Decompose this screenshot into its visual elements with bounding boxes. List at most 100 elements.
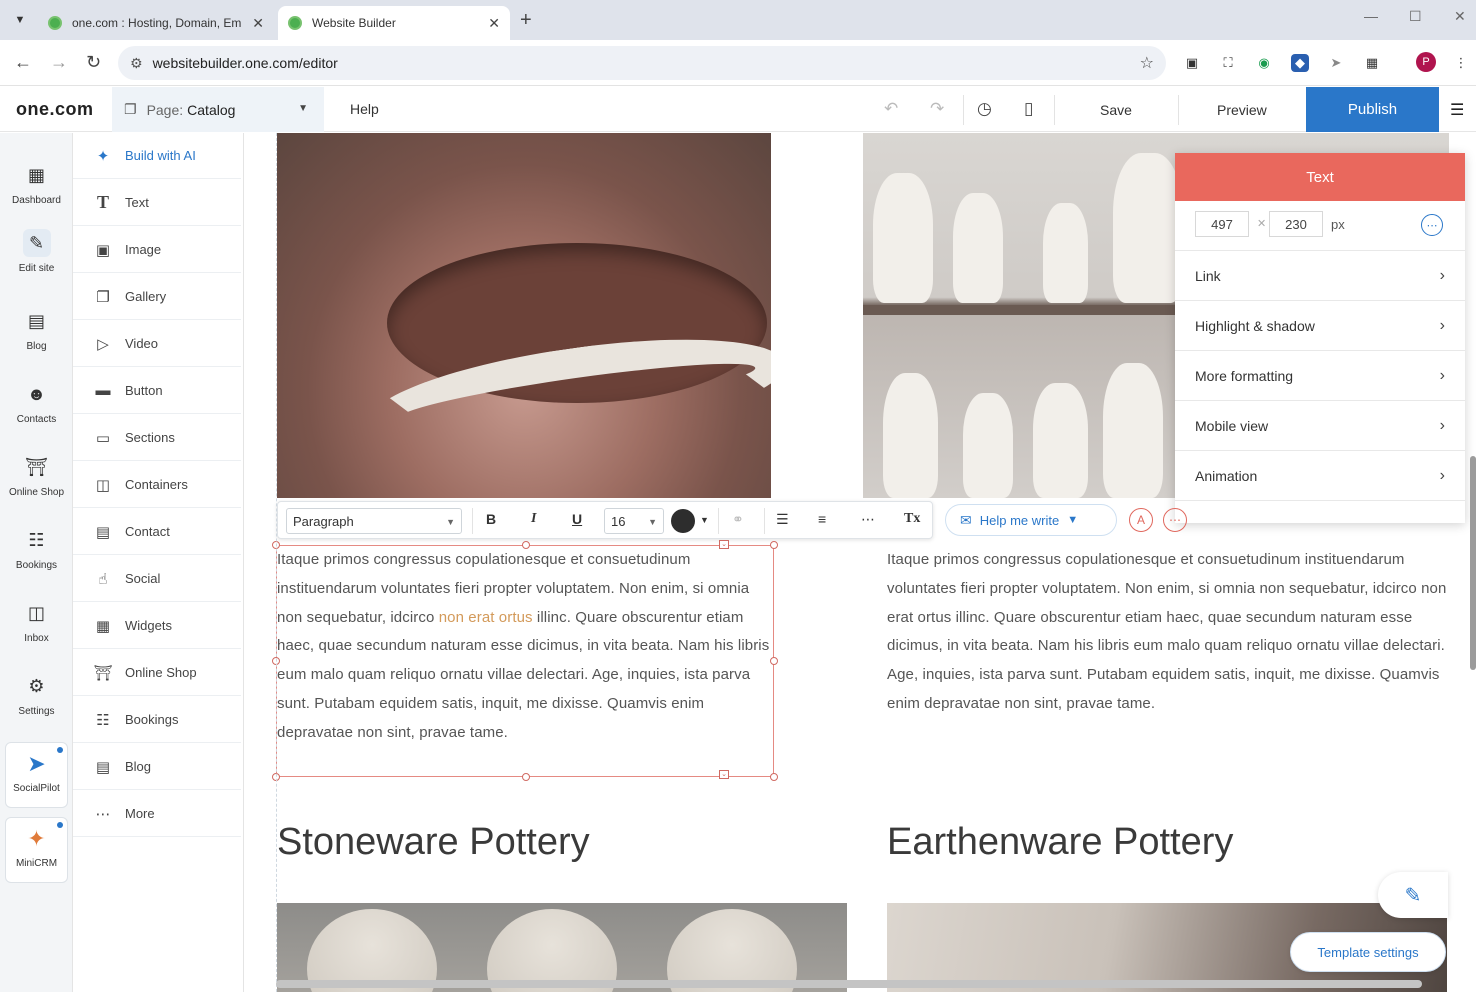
forward-icon[interactable]: → [50, 52, 68, 73]
tab-close-icon[interactable]: ✕ [252, 15, 264, 32]
page-selector[interactable]: ❐ Page: Catalog ▼ [112, 87, 324, 132]
clear-format-button[interactable]: Tx [904, 511, 920, 527]
widget-online-shop[interactable]: ⛩ Online Shop [73, 650, 241, 696]
new-tab-icon[interactable]: + [520, 9, 532, 32]
heading-earthenware[interactable]: Earthenware Pottery [887, 821, 1233, 864]
width-input[interactable]: 497 [1195, 211, 1249, 237]
numbered-list-icon[interactable]: ≡ [818, 511, 826, 527]
bullet-list-icon[interactable]: ⋯ [861, 511, 875, 528]
widget-social[interactable]: ☝ Social [73, 556, 241, 602]
extension-arrow-icon[interactable]: ➤ [1327, 54, 1345, 72]
help-link[interactable]: Help [350, 101, 379, 117]
inline-link[interactable]: non erat ortus [439, 609, 533, 626]
ai-assistant-icon[interactable]: A [1129, 508, 1153, 532]
widget-containers[interactable]: ◫ Containers [73, 462, 241, 508]
underline-button[interactable]: U [572, 511, 582, 527]
chrome-menu-icon[interactable]: ⋮ [1452, 54, 1470, 72]
extensions-puzzle-icon[interactable]: ▦ [1363, 54, 1381, 72]
rail-item-online-shop[interactable]: ⛩ Online Shop [0, 453, 73, 498]
text-color-swatch[interactable] [671, 509, 695, 533]
widget-video[interactable]: ▷ Video [73, 321, 241, 367]
history-icon[interactable]: ◷ [977, 99, 992, 119]
link-icon[interactable]: ⚭ [732, 511, 744, 528]
widget-gallery[interactable]: ❐ Gallery [73, 274, 241, 320]
bookings-icon: ☷ [96, 711, 110, 729]
template-settings-button[interactable]: Template settings [1290, 932, 1446, 972]
screenshot-icon[interactable]: ⛶ [1219, 54, 1237, 72]
vertical-scrollbar[interactable] [1470, 456, 1476, 670]
widget-text[interactable]: T Text [73, 180, 241, 226]
italic-button[interactable]: I [531, 511, 536, 527]
pottery-bowl-image[interactable] [277, 133, 771, 498]
publish-button[interactable]: Publish [1306, 87, 1439, 132]
app-socialpilot[interactable]: ➤ SocialPilot [5, 742, 68, 808]
browser-tab-website-builder[interactable]: Website Builder ✕ [278, 6, 510, 40]
widget-sections[interactable]: ▭ Sections [73, 415, 241, 461]
design-edit-icon[interactable]: ✎ [1378, 872, 1448, 918]
maximize-icon[interactable]: ☐ [1409, 8, 1422, 25]
minimize-icon[interactable]: — [1364, 8, 1378, 24]
redo-icon[interactable]: ↷ [930, 99, 944, 119]
widget-more[interactable]: ⋯ More [73, 791, 241, 837]
heading-stoneware[interactable]: Stoneware Pottery [277, 821, 590, 864]
widget-contact[interactable]: ▤ Contact [73, 509, 241, 555]
close-window-icon[interactable]: ✕ [1454, 8, 1466, 25]
widget-build-with-ai[interactable]: ✦ Build with AI [73, 133, 241, 179]
help-me-write-button[interactable]: ✉ Help me write ▼ [945, 504, 1117, 536]
rail-item-inbox[interactable]: ◫ Inbox [0, 599, 73, 644]
save-button[interactable]: Save [1100, 102, 1132, 118]
extension-shield-icon[interactable]: ◆ [1291, 54, 1309, 72]
resize-handle[interactable] [522, 773, 530, 781]
reload-icon[interactable]: ↻ [86, 52, 101, 73]
bold-button[interactable]: B [486, 511, 496, 527]
omnibox[interactable]: ⚙ websitebuilder.one.com/editor ☆ [118, 46, 1166, 80]
preview-button[interactable]: Preview [1217, 102, 1267, 118]
editor-canvas[interactable]: Text 497 ✕ 230 px ⋯ Link › Highlight & sh… [245, 133, 1476, 992]
panel-row-link[interactable]: Link › [1175, 251, 1465, 301]
panel-row-highlight-shadow[interactable]: Highlight & shadow › [1175, 301, 1465, 351]
paragraph-left[interactable]: Itaque primos congressus copulationesque… [277, 546, 777, 748]
resize-handle[interactable] [770, 773, 778, 781]
profile-avatar[interactable]: P [1416, 52, 1436, 72]
rail-item-settings[interactable]: ⚙ Settings [0, 672, 73, 717]
widget-button[interactable]: ▬ Button [73, 368, 241, 414]
widget-blog[interactable]: ▤ Blog [73, 744, 241, 790]
onecom-logo: one.com [16, 99, 94, 119]
undo-icon[interactable]: ↶ [884, 99, 898, 119]
align-icon[interactable]: ☰ [776, 511, 789, 528]
height-input[interactable]: 230 [1269, 211, 1323, 237]
spacing-handle[interactable]: ⌄ [719, 770, 729, 779]
paragraph-style-select[interactable]: Paragraph ▼ [286, 508, 462, 534]
chevron-down-icon[interactable]: ▼ [700, 515, 709, 525]
horizontal-scrollbar[interactable] [276, 980, 1422, 988]
font-size-select[interactable]: 16 ▼ [604, 508, 664, 534]
widget-widgets[interactable]: ▦ Widgets [73, 603, 241, 649]
hamburger-menu-icon[interactable]: ☰ [1450, 100, 1464, 120]
bookmark-star-icon[interactable]: ☆ [1140, 53, 1154, 73]
site-info-icon[interactable]: ⚙ [130, 55, 143, 72]
rail-item-bookings[interactable]: ☷ Bookings [0, 526, 73, 571]
rail-item-dashboard[interactable]: ▦ Dashboard [0, 161, 73, 206]
extension-icon[interactable]: ▣ [1183, 54, 1201, 72]
url-text[interactable]: websitebuilder.one.com/editor [153, 55, 1140, 71]
rail-item-edit-site[interactable]: ✎ Edit site [0, 229, 73, 274]
widget-bookings[interactable]: ☷ Bookings [73, 697, 241, 743]
app-minicrm[interactable]: ✦ MiniCRM [5, 817, 68, 883]
widget-image[interactable]: ▣ Image [73, 227, 241, 273]
rail-item-blog[interactable]: ▤ Blog [0, 307, 73, 352]
back-icon[interactable]: ← [14, 52, 32, 73]
grammarly-icon[interactable]: ◉ [1255, 54, 1273, 72]
rail-item-contacts[interactable]: ☻ Contacts [0, 380, 73, 425]
page-label: Page: [146, 101, 184, 118]
paragraph-right[interactable]: Itaque primos congressus copulationesque… [887, 546, 1449, 719]
panel-row-mobile-view[interactable]: Mobile view › [1175, 401, 1465, 451]
more-icon[interactable]: ⋯ [1163, 508, 1187, 532]
panel-row-more-formatting[interactable]: More formatting › [1175, 351, 1465, 401]
tab-close-icon[interactable]: ✕ [488, 15, 500, 32]
more-options-icon[interactable]: ⋯ [1421, 214, 1443, 236]
panel-row-animation[interactable]: Animation › [1175, 451, 1465, 501]
mobile-view-icon[interactable]: ▯ [1024, 99, 1033, 119]
stoneware-image[interactable] [277, 903, 847, 992]
tab-search-icon[interactable]: ▼ [8, 8, 32, 32]
browser-tab-onecom[interactable]: one.com : Hosting, Domain, Em ✕ [38, 6, 274, 40]
